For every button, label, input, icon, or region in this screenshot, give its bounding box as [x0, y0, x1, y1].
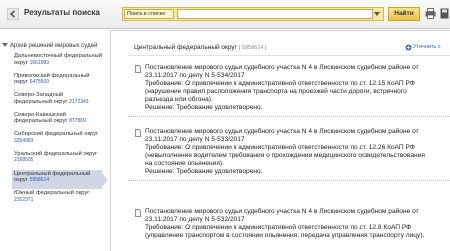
sidebar-item-central[interactable]: Центральный федеральный округ 5958614 — [12, 169, 108, 190]
sidebar-root-label: Архив решений мировых судей — [10, 43, 98, 49]
sidebar-item-label: Дальневосточный федеральный округ — [14, 53, 102, 66]
sidebar-item-count: 2172343 — [69, 98, 89, 105]
sidebar-item-siberian[interactable]: Сибирский федеральный округ 3354983 — [14, 130, 102, 150]
content-heading: Центральный федеральный округ [ 5958614 … — [134, 44, 266, 51]
document-line: Требование: О привлечении к администрати… — [145, 144, 415, 151]
document-line: разъезда или обгона). — [145, 96, 213, 103]
sidebar-item-count: 6475509 — [29, 79, 50, 86]
document-line: Постановление мирового судьи судебного у… — [145, 64, 419, 71]
refine-icon[interactable] — [405, 44, 412, 51]
sidebar-item-label: Южный федеральный округ — [14, 190, 90, 197]
document-line: Решение: Требование удовлетворено. — [145, 104, 263, 111]
sidebar-item-label: Уральский федеральный округ — [14, 150, 98, 157]
document-text: Постановление мирового судьи судебного у… — [145, 128, 445, 176]
sidebar-item-label: Центральный федеральный округ — [14, 170, 91, 184]
sidebar-item-count: 2352371 — [14, 196, 34, 203]
sidebar-item-count: 1661983 — [29, 59, 50, 66]
sidebar-item-label: Северо-Западный федеральный округ — [14, 92, 68, 105]
sidebar-item-label: Сибирский федеральный округ — [14, 131, 99, 138]
sidebar-item-southern[interactable]: Южный федеральный округ 2352371 — [14, 189, 102, 209]
document-line: Требование: О привлечении к администрати… — [145, 224, 412, 231]
refine-link[interactable]: Уточнить с — [413, 44, 441, 50]
expand-arrow-icon — [2, 43, 8, 47]
document-line: 23.11.2017 по делу N 5-533/2017 — [145, 136, 245, 143]
document-text: Постановление мирового судьи судебного у… — [145, 64, 445, 112]
document-icon — [135, 65, 141, 73]
sidebar-item-count: 877869 — [69, 118, 86, 125]
page-title: Результаты поиска — [24, 8, 100, 17]
document-text: Постановление мирового судьи судебного у… — [145, 208, 445, 240]
find-button[interactable]: Найти — [388, 7, 420, 21]
document-line: Постановление мирового судьи судебного у… — [145, 128, 419, 135]
search-panel: Поиск в списке — [122, 7, 384, 21]
sidebar-item-north-caucasian[interactable]: Северо-Кавказский федеральный округ 8778… — [14, 111, 102, 131]
document-line: Решение: Требование удовлетворено. — [145, 168, 263, 175]
active-item-pointer — [102, 172, 108, 187]
sidebar-item-northwestern[interactable]: Северо-Западный федеральный округ 217234… — [14, 91, 102, 111]
document-separator — [128, 116, 450, 118]
document-icon — [135, 209, 141, 217]
sidebar-list: Дальневосточный федеральный округ 166198… — [12, 52, 108, 209]
search-scope-select[interactable]: Поиск в списке — [124, 9, 174, 19]
document-line: Требование: О привлечении к администрати… — [145, 80, 415, 87]
search-dropdown-icon[interactable] — [374, 12, 380, 16]
sidebar-item-ural[interactable]: Уральский федеральный округ 2168505 — [14, 150, 102, 170]
document-line: 23.11.2017 по делу N 5-532/2017 — [145, 216, 245, 223]
document-line: (невыполнение водителем требования о про… — [145, 152, 425, 159]
document-separator — [128, 180, 450, 182]
document-line: 23.11.2017 по делу N 5-534/2017 — [145, 72, 245, 79]
content-heading-title: Центральный федеральный округ — [134, 44, 238, 51]
document-icon — [135, 129, 141, 137]
document-line: (нарушение правил расположения транспорт… — [145, 88, 407, 95]
sidebar-item-count: 2168505 — [14, 157, 34, 164]
search-input[interactable] — [177, 9, 373, 19]
back-arrow-icon[interactable] — [7, 8, 19, 20]
sidebar-item-count: 3354983 — [14, 137, 34, 144]
top-toolbar: Результаты поиска Поиск в списке Найти — [0, 0, 450, 29]
print-icon[interactable] — [425, 8, 436, 19]
document-line: Постановление мирового судьи судебного у… — [145, 208, 419, 215]
document-line: (управление транспортом в состоянии опья… — [145, 232, 425, 239]
sidebar-item-label: Приволжский федеральный округ — [14, 72, 90, 86]
content-heading-count: [ 5958614 ] — [238, 45, 267, 51]
document-line: на состояние опьянения). — [145, 160, 224, 167]
save-icon[interactable] — [440, 8, 449, 19]
divider — [128, 55, 450, 56]
sidebar-item-far-eastern[interactable]: Дальневосточный федеральный округ 166198… — [14, 52, 102, 72]
sidebar: Архив решений мировых судей Дальневосточ… — [0, 29, 108, 250]
sidebar-item-count: 5958614 — [29, 177, 50, 184]
sidebar-item-label: Северо-Кавказский федеральный округ — [14, 111, 68, 125]
sidebar-item-volga[interactable]: Приволжский федеральный округ 6475509 — [14, 72, 102, 92]
sidebar-root-item[interactable]: Архив решений мировых судей — [2, 43, 97, 49]
